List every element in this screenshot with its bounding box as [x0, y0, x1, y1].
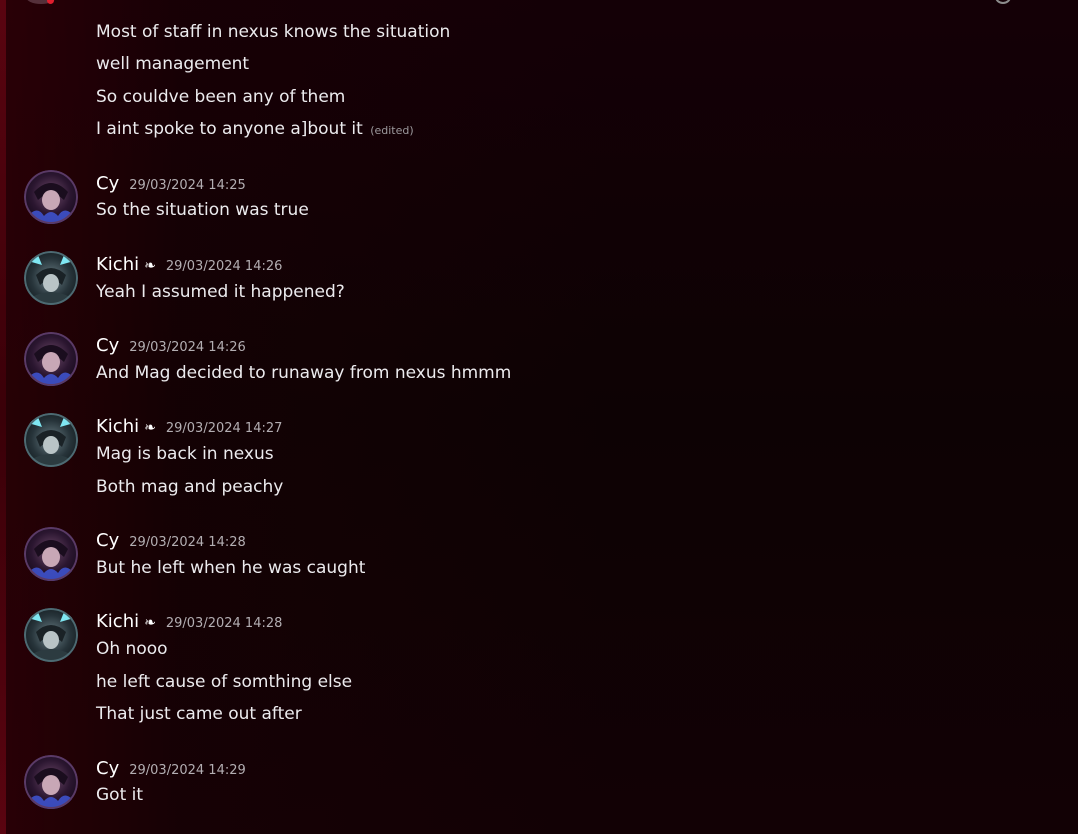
message-header: Cy 29/03/2024 14:28 — [96, 530, 246, 552]
message-text: I aint spoke to anyone a]bout it — [96, 119, 363, 139]
timestamp[interactable]: 29/03/2024 14:28 — [129, 535, 246, 550]
kichi-avatar[interactable] — [24, 608, 78, 662]
fleuron-icon: ❧ — [144, 420, 156, 436]
cy-avatar[interactable] — [24, 332, 78, 386]
message-line: So couldve been any of them — [96, 87, 346, 107]
message-line: And Mag decided to runaway from nexus hm… — [96, 363, 512, 383]
cut-off-avatar — [26, 0, 56, 4]
username[interactable]: Cy — [96, 173, 119, 194]
fleuron-icon: ❧ — [144, 615, 156, 631]
timestamp[interactable]: 29/03/2024 14:25 — [129, 178, 246, 193]
message-line: So the situation was true — [96, 200, 309, 220]
message-line: well management — [96, 54, 250, 74]
cy-avatar[interactable] — [24, 527, 78, 581]
message-line: That just came out after — [96, 704, 302, 724]
message-header: Kichi ❧ 29/03/2024 14:27 — [96, 416, 282, 438]
username[interactable]: Cy — [96, 758, 119, 779]
message-line: Oh nooo — [96, 639, 168, 659]
message-header: Cy 29/03/2024 14:26 — [96, 335, 246, 357]
username[interactable]: Cy — [96, 335, 119, 356]
username[interactable]: Kichi — [96, 611, 139, 632]
timestamp[interactable]: 29/03/2024 14:26 — [166, 259, 283, 274]
timestamp[interactable]: 29/03/2024 14:28 — [166, 616, 283, 631]
message-line: Yeah I assumed it happened? — [96, 282, 345, 302]
window-edge-accent — [0, 0, 6, 834]
username[interactable]: Kichi — [96, 254, 139, 275]
message-header: Kichi ❧ 29/03/2024 14:26 — [96, 254, 282, 276]
message-header: Cy 29/03/2024 14:25 — [96, 173, 246, 195]
message-line: But he left when he was caught — [96, 558, 366, 578]
fleuron-icon: ❧ — [144, 258, 156, 274]
message-line: he left cause of somthing else — [96, 672, 353, 692]
username[interactable]: Cy — [96, 530, 119, 551]
cy-avatar[interactable] — [24, 170, 78, 224]
message-header: Kichi ❧ 29/03/2024 14:28 — [96, 611, 282, 633]
message-header: Cy 29/03/2024 14:29 — [96, 758, 246, 780]
timestamp[interactable]: 29/03/2024 14:26 — [129, 340, 246, 355]
cut-off-icon — [995, 0, 1011, 4]
message-line: I aint spoke to anyone a]bout it (edited… — [96, 118, 414, 142]
message-line: Got it — [96, 785, 144, 805]
edited-label: (edited) — [370, 124, 414, 137]
message-line: Both mag and peachy — [96, 477, 284, 497]
kichi-avatar[interactable] — [24, 251, 78, 305]
message-line: Most of staff in nexus knows the situati… — [96, 22, 451, 42]
timestamp[interactable]: 29/03/2024 14:29 — [129, 763, 246, 778]
message-line: Mag is back in nexus — [96, 444, 274, 464]
username[interactable]: Kichi — [96, 416, 139, 437]
timestamp[interactable]: 29/03/2024 14:27 — [166, 421, 283, 436]
kichi-avatar[interactable] — [24, 413, 78, 467]
cy-avatar[interactable] — [24, 755, 78, 809]
